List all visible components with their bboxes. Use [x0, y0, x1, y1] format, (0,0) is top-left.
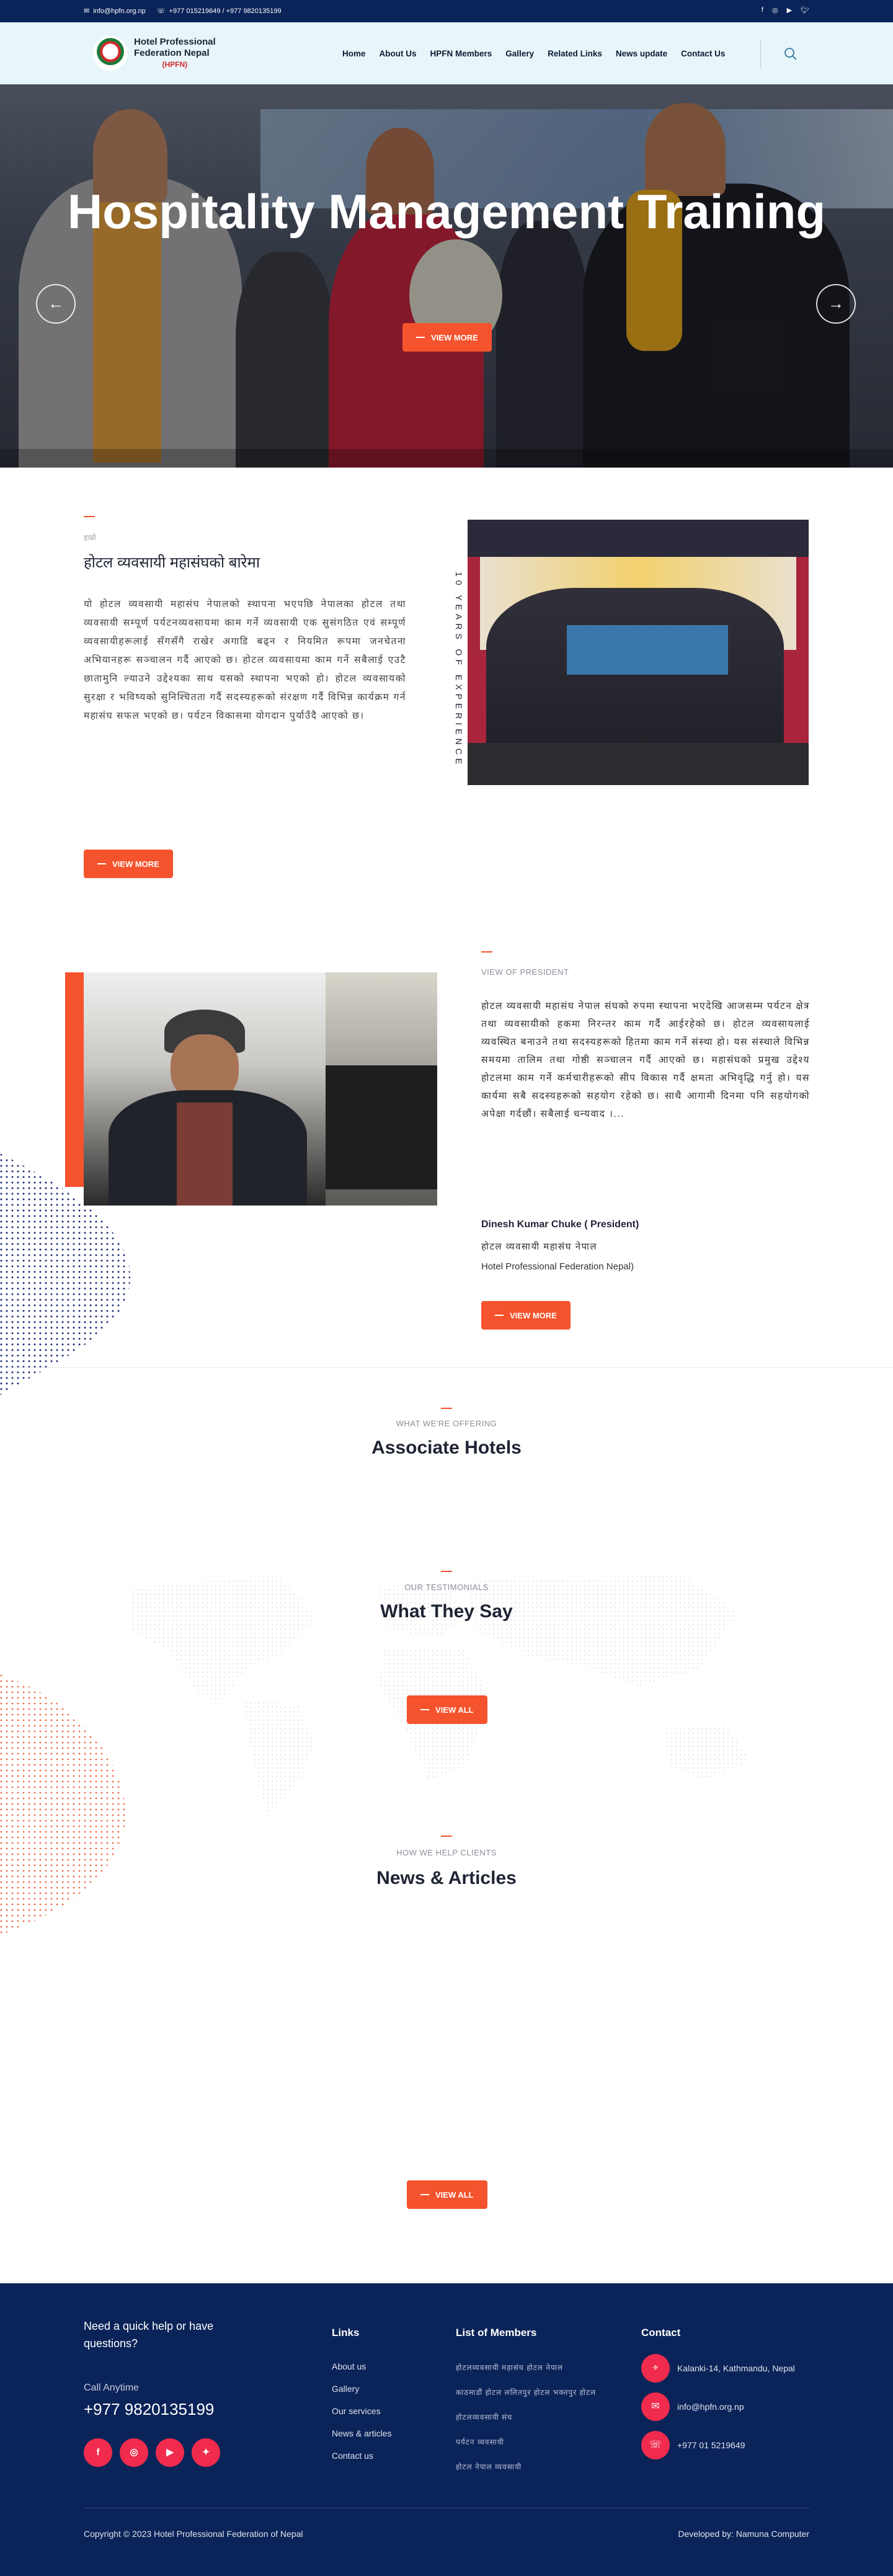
youtube-icon[interactable]: ▶	[787, 6, 792, 14]
logo-line-1: Hotel Professional	[134, 37, 216, 47]
phone-text: +977 015219649 / +977 9820135199	[169, 7, 282, 15]
footer-call-label: Call Anytime	[84, 2383, 139, 2393]
youtube-icon[interactable]: ▶	[156, 2438, 184, 2467]
member-link[interactable]: होटलव्यवसायी संघ	[456, 2405, 636, 2430]
member-link[interactable]: होटल नेपाल व्यवसायी	[456, 2454, 636, 2479]
logo[interactable]: Hotel Professional Federation Nepal (HPF…	[93, 36, 216, 71]
about-view-more-button[interactable]: VIEW MORE	[84, 850, 173, 878]
president-role: होटल व्यवसायी महासंघ नेपाल	[481, 1241, 598, 1252]
president-view-more-button[interactable]: VIEW MORE	[481, 1301, 571, 1330]
nav-hpfn-members[interactable]: HPFN Members	[430, 49, 492, 58]
footer-members: होटलव्यवसायी महासंघ होटल नेपाल काठमाडौं …	[456, 2355, 636, 2479]
footer-link-news[interactable]: News & articles	[332, 2422, 391, 2445]
president-name: Dinesh Kumar Chuke ( President)	[481, 1219, 639, 1230]
about-title: होटल व्यवसायी महासंघको बारेमा	[84, 554, 260, 571]
hero-view-more-button[interactable]: VIEW MORE	[402, 323, 492, 352]
search-icon[interactable]	[784, 47, 797, 61]
nav-news-update[interactable]: News update	[616, 49, 667, 58]
mail-icon: ✉	[84, 7, 90, 15]
contact-phone[interactable]: ☏ +977 01 5219649	[641, 2426, 795, 2464]
copyright-text: Copyright © 2023 Hotel Professional Fede…	[84, 2529, 303, 2539]
decorative-dots	[0, 1674, 126, 1935]
developer-credit[interactable]: Developed by: Namuna Computer	[678, 2529, 809, 2539]
footer-help-text: Need a quick help or have questions?	[84, 2320, 214, 2350]
president-label: VIEW OF PRESIDENT	[481, 967, 569, 977]
associate-title: Associate Hotels	[371, 1437, 522, 1458]
footer-phone[interactable]: +977 9820135199	[84, 2400, 214, 2419]
nav-gallery[interactable]: Gallery	[505, 49, 534, 58]
instagram-icon[interactable]: ◎	[120, 2438, 148, 2467]
instagram-icon[interactable]: ◎	[772, 6, 778, 14]
about-label: हाम्रो	[84, 533, 96, 542]
location-pin-icon: ⌖	[641, 2354, 670, 2383]
testimonials-view-all-button[interactable]: VIEW ALL	[407, 1695, 487, 1724]
nav-related-links[interactable]: Related Links	[548, 49, 602, 58]
phone-icon: ☏	[641, 2431, 670, 2459]
facebook-icon[interactable]: f	[762, 6, 763, 14]
facebook-icon[interactable]: f	[84, 2438, 112, 2467]
footer-contact-title: Contact	[641, 2327, 681, 2338]
nav-about-us[interactable]: About Us	[380, 49, 417, 58]
president-photo	[84, 972, 437, 1206]
hero-slider: Hospitality Management Training VIEW MOR…	[0, 84, 893, 468]
section-divider	[0, 1367, 893, 1368]
arrow-left-icon[interactable]: ←	[36, 284, 76, 324]
associate-subtitle: WHAT WE'RE OFFERING	[396, 1419, 497, 1428]
email-text: info@hpfn.org.np	[93, 7, 146, 15]
logo-abbr: (HPFN)	[162, 60, 188, 69]
footer-contact: ⌖ Kalanki-14, Kathmandu, Nepal ✉ info@hpfn…	[641, 2349, 795, 2464]
nav-contact-us[interactable]: Contact Us	[681, 49, 725, 58]
member-link[interactable]: होटलव्यवसायी महासंघ होटल नेपाल	[456, 2355, 636, 2380]
footer-link-services[interactable]: Our services	[332, 2400, 391, 2422]
footer-links: About us Gallery Our services News & art…	[332, 2355, 391, 2467]
president-org: Hotel Professional Federation Nepal)	[481, 1261, 634, 1272]
arrow-right-icon[interactable]: →	[816, 284, 856, 324]
logo-emblem-icon	[93, 36, 128, 71]
president-message: होटल व्यवसायी महासंघ नेपाल संघको रुपमा स…	[481, 1001, 810, 1119]
phone-item[interactable]: ☏ +977 015219649 / +977 9820135199	[157, 7, 282, 15]
member-link[interactable]: पर्यटन व्यवसायी	[456, 2430, 636, 2454]
twitter-icon[interactable]: ✦	[192, 2438, 220, 2467]
member-link[interactable]: काठमाडौं होटल ललितपुर होटल भक्तपुर होटल	[456, 2380, 636, 2405]
news-title: News & Articles	[376, 1868, 517, 1888]
testimonials-title: What They Say	[380, 1601, 513, 1622]
footer-link-gallery[interactable]: Gallery	[332, 2378, 391, 2400]
hero-title: Hospitality Management Training	[67, 184, 826, 239]
site-footer: Need a quick help or have questions? Cal…	[0, 2283, 893, 2576]
about-body: यो होटल व्यवसायी महासंघ नेपालको स्थापना …	[84, 599, 406, 721]
contact-email[interactable]: ✉ info@hpfn.org.np	[641, 2387, 795, 2426]
logo-line-2: Federation Nepal	[134, 48, 210, 58]
contact-address[interactable]: ⌖ Kalanki-14, Kathmandu, Nepal	[641, 2349, 795, 2387]
footer-link-contact[interactable]: Contact us	[332, 2445, 391, 2467]
footer-socials: f ◎ ▶ ✦	[84, 2438, 220, 2467]
testimonials-subtitle: OUR TESTIMONIALS	[404, 1583, 489, 1592]
top-bar: ✉ info@hpfn.org.np ☏ +977 015219649 / +977…	[0, 0, 893, 22]
footer-links-title: Links	[332, 2327, 360, 2338]
email-item[interactable]: ✉ info@hpfn.org.np	[84, 7, 146, 15]
experience-vertical-text: 10 YEARS OF EXPERIENCE	[454, 571, 464, 768]
phone-icon: ☏	[156, 7, 166, 15]
main-nav: Home About Us HPFN Members Gallery Relat…	[342, 49, 739, 58]
site-header: Hotel Professional Federation Nepal (HPF…	[0, 22, 893, 84]
nav-home[interactable]: Home	[342, 49, 366, 58]
footer-members-title: List of Members	[456, 2327, 537, 2338]
twitter-icon[interactable]: 🐦︎	[801, 6, 809, 14]
mail-icon: ✉	[641, 2392, 670, 2421]
about-photo	[468, 520, 809, 785]
news-view-all-button[interactable]: VIEW ALL	[407, 2180, 487, 2209]
header-divider	[760, 40, 761, 68]
news-subtitle: HOW WE HELP CLIENTS	[396, 1848, 497, 1857]
president-accent-bar	[65, 972, 84, 1187]
footer-link-about[interactable]: About us	[332, 2355, 391, 2378]
